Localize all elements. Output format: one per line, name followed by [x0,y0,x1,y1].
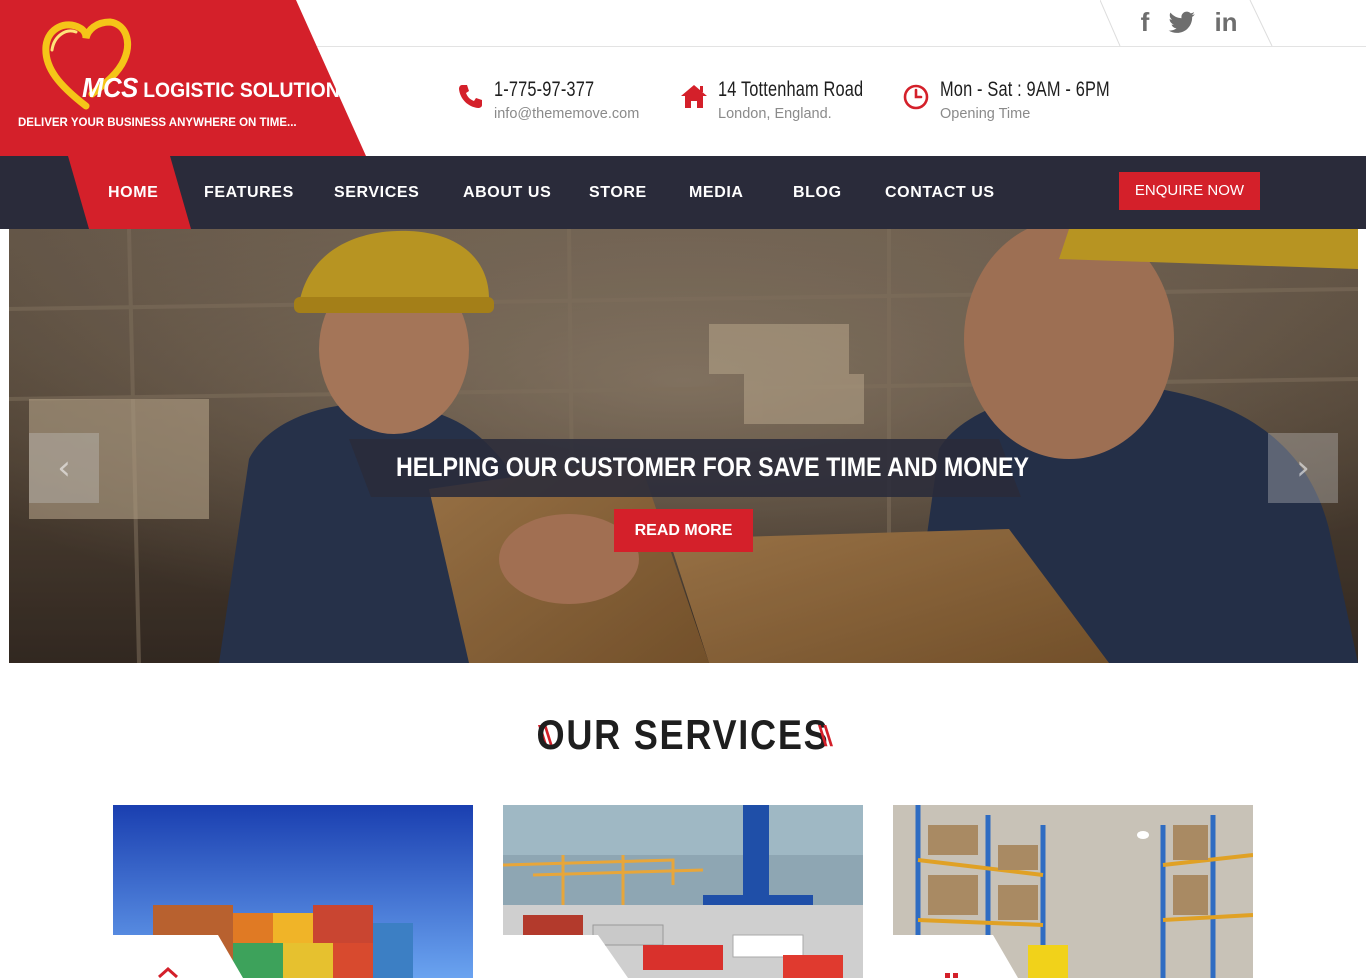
main-nav: HOME FEATURES SERVICES ABOUT US STORE ME… [0,156,1366,229]
card-tab [893,935,1018,978]
nav-item-about-us[interactable]: ABOUT US [463,156,551,229]
nav-item-contact-us[interactable]: CONTACT US [885,156,995,229]
nav-item-media[interactable]: MEDIA [689,156,744,229]
enquire-now-button[interactable]: ENQUIRE NOW [1119,172,1260,210]
heading-deco-right-icon: \\ [818,721,833,751]
twitter-icon[interactable] [1168,9,1196,37]
services-heading: \\ OUR SERVICES \\ [0,707,1366,767]
card-tab [113,935,243,978]
contact-phone-number[interactable]: 1-775-97-377 [494,78,594,102]
linkedin-icon[interactable]: in [1210,8,1242,36]
brand-name-rest: LOGISTIC SOLUTION [137,79,340,102]
contact-address-street: 14 Tottenham Road [718,78,864,101]
service-card-port[interactable] [503,805,863,978]
read-more-button[interactable]: READ MORE [614,509,753,552]
facebook-icon[interactable]: f [1131,8,1159,36]
contact-hours-time: Mon - Sat : 9AM - 6PM [940,78,1110,101]
brand-tagline: DELIVER YOUR BUSINESS ANYWHERE ON TIME..… [18,117,297,129]
site-header: MCS LOGISTIC SOLUTION DELIVER YOUR BUSIN… [0,0,1366,156]
slider-prev-button[interactable]: ‹ [29,433,99,503]
chevron-left-icon: ‹ [57,448,71,488]
contact-address-city: London, England. [718,106,832,122]
logo-block[interactable]: MCS LOGISTIC SOLUTION DELIVER YOUR BUSIN… [0,0,366,156]
service-card-warehouse[interactable] [893,805,1253,978]
hero-headline: HELPING OUR CUSTOMER FOR SAVE TIME AND M… [396,452,1030,482]
nav-active-indicator [68,156,191,229]
slider-next-button[interactable]: › [1268,433,1338,503]
hero-slider: ‹ › HELPING OUR CUSTOMER FOR SAVE TIME A… [9,229,1358,663]
clock-icon [903,84,929,110]
header-divider [300,46,1366,47]
home-icon [681,85,707,108]
nav-item-features[interactable]: FEATURES [204,156,294,229]
brand-name: MCS LOGISTIC SOLUTION [82,72,340,104]
contact-email[interactable]: info@thememove.com [494,106,639,122]
contact-hours-label: Opening Time [940,106,1031,122]
nav-item-home[interactable]: HOME [108,156,158,229]
nav-item-services[interactable]: SERVICES [334,156,419,229]
brand-name-strong: MCS [82,72,138,103]
phone-icon [459,85,482,108]
card-tab [503,935,628,978]
nav-item-blog[interactable]: BLOG [793,156,842,229]
social-links: f in [1100,0,1275,46]
nav-item-store[interactable]: STORE [589,156,647,229]
chevron-right-icon: › [1296,448,1310,488]
contact-phone: 1-775-97-377 info@thememove.com [456,78,666,128]
contact-hours: Mon - Sat : 9AM - 6PM Opening Time [902,78,1122,128]
hero-headline-box: HELPING OUR CUSTOMER FOR SAVE TIME AND M… [349,439,1030,497]
service-card-containers[interactable] [113,805,473,978]
contact-address: 14 Tottenham Road London, England. [680,78,880,128]
services-title: OUR SERVICES [536,711,830,758]
